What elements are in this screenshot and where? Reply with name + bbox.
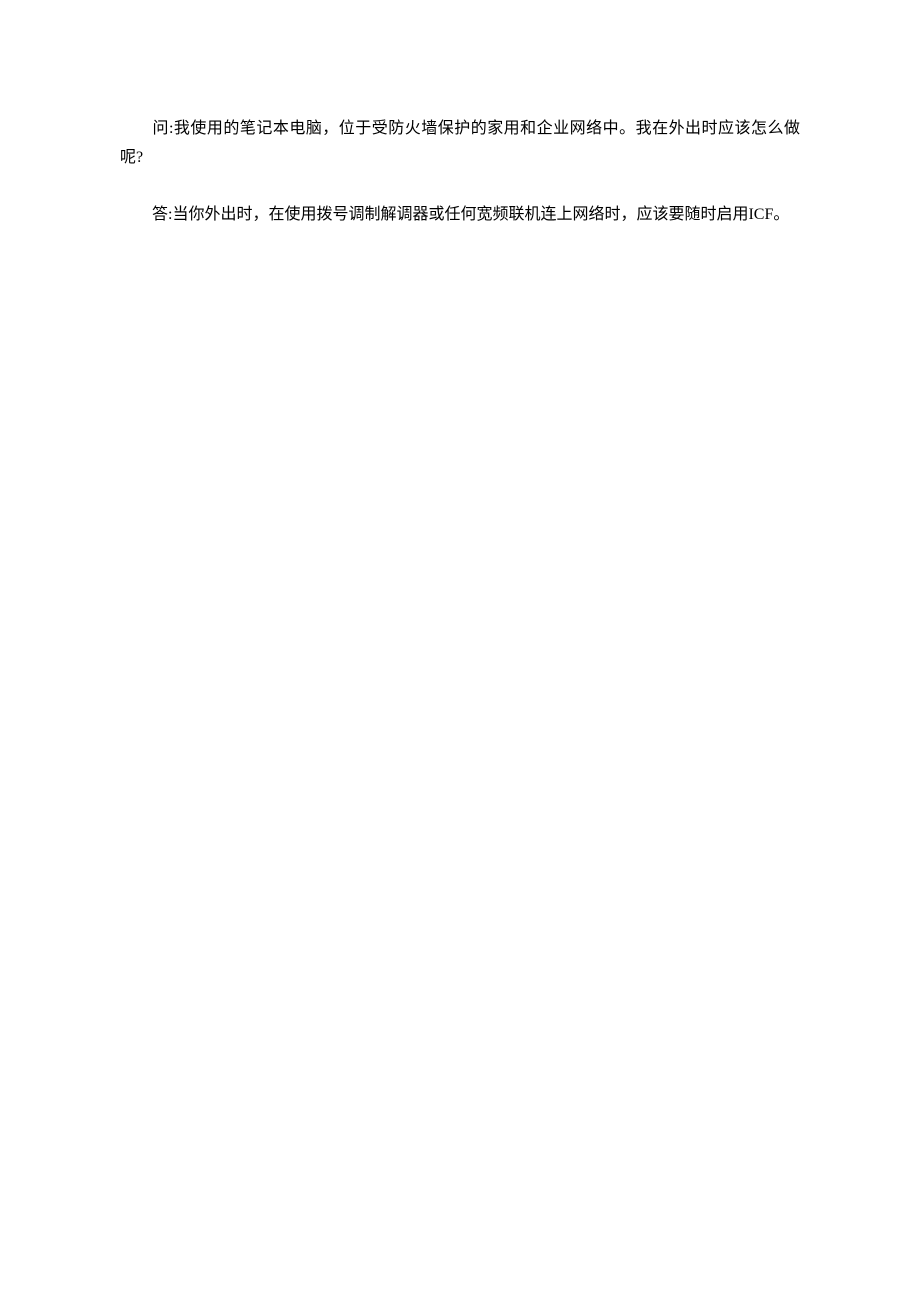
answer-text: 答:当你外出时，在使用拨号调制解调器或任何宽频联机连上网络时，应该要随时启用IC… [152, 206, 789, 223]
question-paragraph: 问:我使用的笔记本电脑，位于受防火墙保护的家用和企业网络中。我在外出时应该怎么做… [120, 115, 800, 173]
answer-paragraph: 答:当你外出时，在使用拨号调制解调器或任何宽频联机连上网络时，应该要随时启用IC… [120, 201, 800, 230]
question-text: 问:我使用的笔记本电脑，位于受防火墙保护的家用和企业网络中。我在外出时应该怎么做… [120, 120, 800, 166]
